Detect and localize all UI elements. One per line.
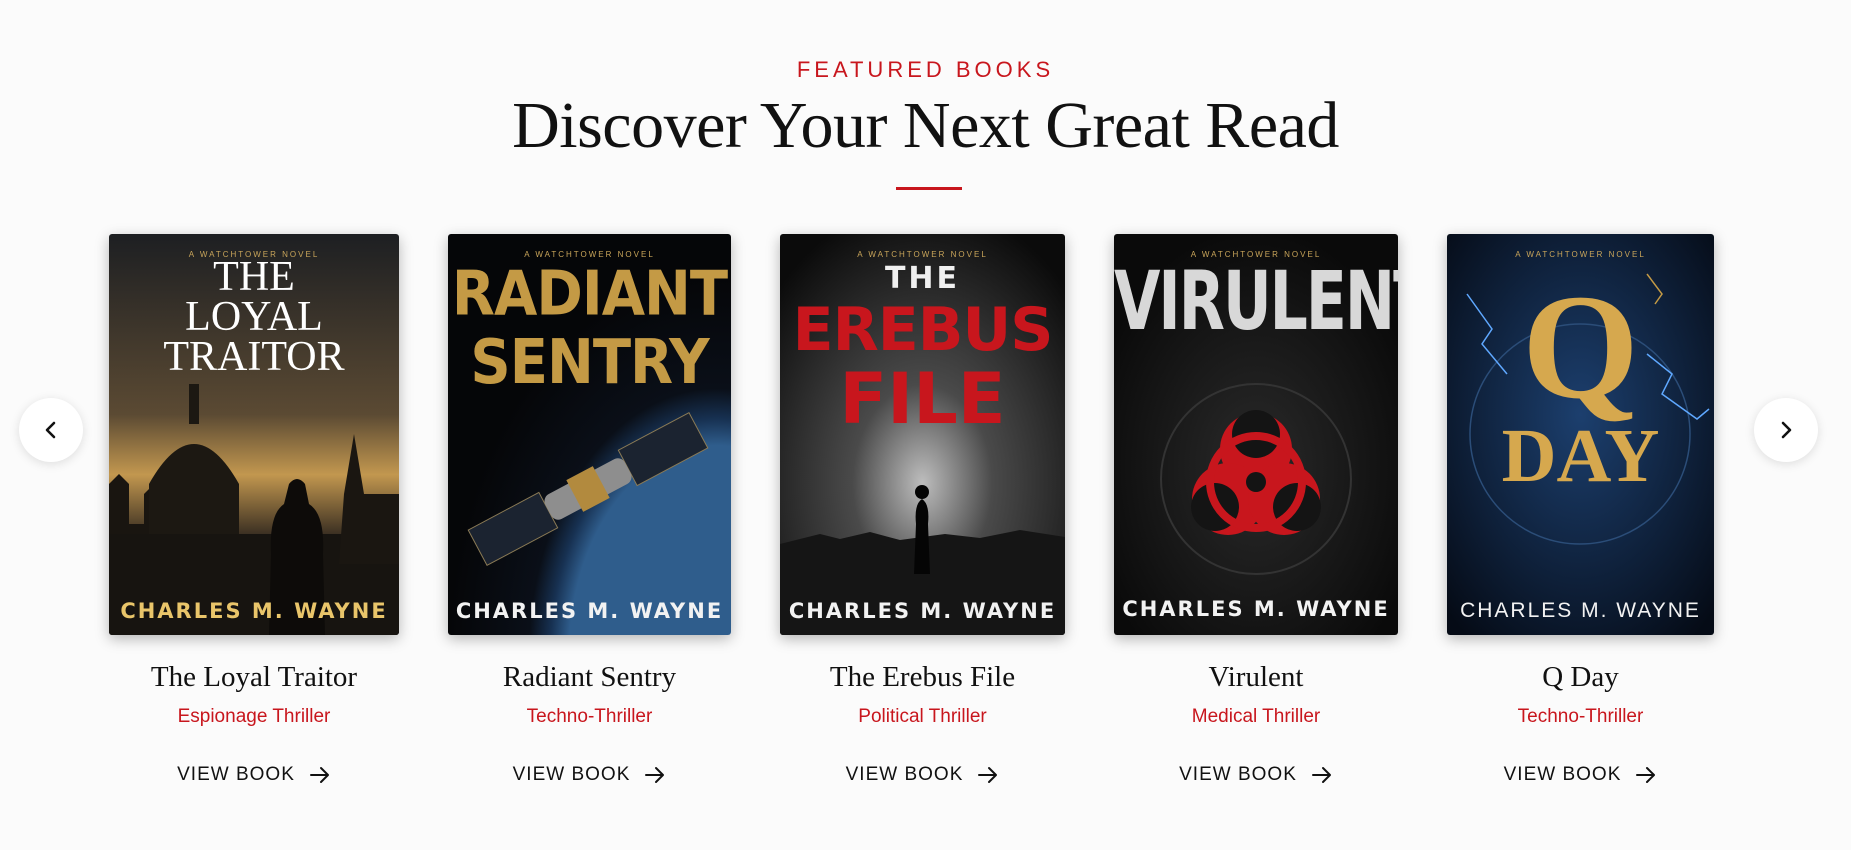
view-book-label: VIEW BOOK (512, 764, 631, 785)
series-label: A WATCHTOWER NOVEL (1515, 250, 1646, 259)
book-genre: Political Thriller (858, 706, 987, 727)
cover-title-line: TRAITOR (163, 333, 345, 380)
cover-author: CHARLES M. WAYNE (788, 599, 1057, 623)
cover-title-line: THE (213, 254, 295, 300)
carousel-next-button[interactable] (1754, 398, 1818, 462)
arrow-right-icon (1311, 767, 1331, 783)
chevron-right-icon (1781, 421, 1792, 439)
cover-author: CHARLES M. WAYNE (120, 599, 388, 623)
arrow-right-icon (309, 767, 329, 783)
view-book-label: VIEW BOOK (845, 764, 964, 785)
view-book-link[interactable]: VIEW BOOK (1084, 764, 1428, 786)
cover-author: CHARLES M. WAYNE (455, 599, 724, 623)
view-book-link[interactable]: VIEW BOOK (1417, 764, 1744, 786)
book-card: A WATCHTOWER NOVEL THE EREBUS FILE CHARL… (780, 234, 1065, 785)
arrow-right-icon (1636, 767, 1656, 783)
cover-title-line: Q (1522, 264, 1639, 430)
cover-title-line: SENTRY (470, 326, 709, 399)
book-cover[interactable]: A WATCHTOWER NOVEL VIRULENT CHARLES M. W… (1114, 234, 1398, 635)
book-card: A WATCHTOWER NOVEL Q DAY CHARLES M. WAYN… (1447, 234, 1714, 785)
cover-title-line: VIRULENT (1114, 254, 1398, 350)
book-card: A WATCHTOWER NOVEL RADIANT SENTRY CHARLE… (448, 234, 731, 785)
view-book-link[interactable]: VIEW BOOK (750, 764, 1095, 786)
book-cover[interactable]: A WATCHTOWER NOVEL RADIANT SENTRY CHARLE… (448, 234, 731, 635)
view-book-link[interactable]: VIEW BOOK (418, 764, 761, 786)
book-cover[interactable]: A WATCHTOWER NOVEL THE LOYAL TRAITOR CHA… (109, 234, 399, 635)
arrow-right-icon (978, 767, 998, 783)
chevron-left-icon (45, 421, 56, 439)
arrow-right-icon (645, 767, 665, 783)
cover-title-line: DAY (1501, 414, 1660, 498)
book-title[interactable]: Radiant Sentry (418, 661, 761, 694)
book-cover[interactable]: A WATCHTOWER NOVEL THE EREBUS FILE CHARL… (780, 234, 1065, 635)
book-genre: Medical Thriller (1191, 706, 1321, 727)
book-card: A WATCHTOWER NOVEL VIRULENT CHARLES M. W… (1114, 234, 1398, 785)
cover-title-line: EREBUS (792, 295, 1054, 365)
book-genre: Techno-Thriller (526, 706, 653, 727)
view-book-label: VIEW BOOK (1179, 764, 1297, 785)
view-book-link[interactable]: VIEW BOOK (79, 764, 429, 786)
book-title[interactable]: Virulent (1084, 661, 1428, 694)
section-eyebrow: FEATURED BOOKS (796, 57, 1055, 82)
cover-title-line: FILE (839, 358, 1006, 440)
cover-author: CHARLES M. WAYNE (1460, 599, 1701, 622)
book-title[interactable]: The Erebus File (750, 661, 1095, 694)
cover-author: CHARLES M. WAYNE (1122, 597, 1390, 621)
view-book-label: VIEW BOOK (177, 764, 295, 785)
carousel-prev-button[interactable] (19, 398, 83, 462)
book-card: A WATCHTOWER NOVEL THE LOYAL TRAITOR CHA… (109, 234, 399, 785)
book-title[interactable]: Q Day (1417, 661, 1744, 694)
view-book-label: VIEW BOOK (1503, 764, 1622, 785)
book-cover[interactable]: A WATCHTOWER NOVEL Q DAY CHARLES M. WAYN… (1447, 234, 1714, 635)
book-title[interactable]: The Loyal Traitor (79, 661, 429, 694)
book-genre: Techno-Thriller (1517, 706, 1644, 727)
cover-title-line: LOYAL (185, 293, 323, 340)
book-genre: Espionage Thriller (177, 706, 331, 727)
cover-title-line: RADIANT (451, 258, 728, 331)
series-label: A WATCHTOWER NOVEL (857, 250, 988, 259)
cover-title-line: THE (884, 261, 961, 296)
title-underline (896, 187, 962, 190)
section-title: Discover Your Next Great Read (512, 89, 1339, 162)
